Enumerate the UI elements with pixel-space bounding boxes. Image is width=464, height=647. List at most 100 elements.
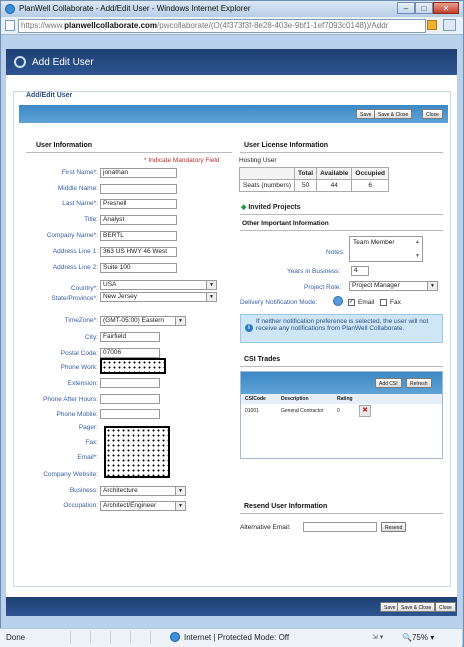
app-header: Add Edit User [6, 49, 457, 75]
planwell-logo-icon [14, 56, 26, 68]
last-name-label: Last Name*: [62, 200, 98, 207]
help-icon[interactable] [333, 296, 343, 306]
bottom-toolbar: Save Save & Close Close [6, 597, 457, 616]
csi-trades-grid: Add CSI Refresh CSICode Description Rati… [240, 371, 443, 459]
chevron-down-icon: ▼ [206, 293, 216, 301]
timezone-select[interactable]: (GMT-05:00) Eastern ▼ [100, 316, 186, 326]
divider [240, 152, 443, 153]
close-button-bottom[interactable]: Close [435, 602, 456, 612]
security-zone[interactable]: Internet | Protected Mode: Off [184, 633, 289, 642]
csi-header-row: CSICode Description Rating [241, 394, 442, 404]
lock-icon[interactable] [427, 20, 437, 30]
other-info-heading: Other Important Information [242, 220, 329, 227]
middle-name-label: Middle Name: [57, 185, 98, 192]
timezone-label: TimeZone*: [64, 317, 98, 324]
url-field[interactable]: https://www.planwellcollaborate.com/pwco… [18, 19, 426, 33]
country-label: Country*: [70, 285, 98, 292]
invited-projects-toggle[interactable]: ◆ Invited Projects [241, 203, 300, 211]
license-row-label: Seats (numbers) [238, 179, 296, 192]
zoom-value: 75% [411, 633, 428, 642]
url-prefix: https://www. [21, 21, 65, 30]
postal-field[interactable]: 07006 [100, 348, 160, 358]
phone-mobile-label: Phone Mobile: [56, 411, 98, 418]
maximize-button[interactable]: □ [415, 2, 433, 14]
state-select[interactable]: New Jersey ▼ [100, 292, 217, 302]
phone-after-field[interactable] [100, 394, 160, 404]
fax-checkbox[interactable] [380, 299, 387, 306]
license-col-available: Available [316, 167, 353, 180]
scroll-up-icon[interactable]: ▲ [415, 239, 420, 245]
redacted-contact-fields [104, 426, 170, 478]
email-checkbox[interactable]: ✓ [348, 299, 355, 306]
status-separator [90, 631, 91, 644]
csi-toolbar: Add CSI Refresh [241, 372, 442, 394]
last-name-field[interactable]: Presnell [100, 199, 177, 209]
title-field[interactable]: Analyst [100, 215, 177, 225]
add-csi-button[interactable]: Add CSI [375, 378, 402, 388]
divider [240, 513, 443, 514]
business-label: Business: [69, 487, 98, 494]
status-separator [110, 631, 111, 644]
fax-label: Fax: [85, 439, 98, 446]
city-label: City: [85, 334, 98, 341]
close-window-button[interactable]: ✕ [433, 2, 459, 14]
table-row[interactable]: 01001 General Contractor 0 ✖ [241, 405, 442, 417]
protected-mode-icon[interactable]: ⇲ ▾ [372, 633, 383, 641]
divider [240, 230, 443, 231]
redacted-phone-field [100, 358, 166, 374]
extension-label: Extension: [67, 380, 98, 387]
years-field[interactable]: 4 [351, 266, 369, 276]
address-bar: https://www.planwellcollaborate.com/pwco… [1, 17, 463, 35]
occupation-label: Occupation: [63, 502, 98, 509]
chevron-down-icon: ▼ [175, 317, 185, 325]
info-icon: i [245, 324, 253, 332]
first-name-field[interactable]: jonathan [100, 168, 177, 178]
compat-view-icon[interactable] [443, 19, 456, 31]
close-button[interactable]: Close [422, 109, 443, 119]
business-select[interactable]: Architecture ▼ [100, 486, 186, 496]
country-select[interactable]: USA ▼ [100, 280, 217, 290]
scroll-down-icon[interactable]: ▼ [415, 253, 420, 259]
city-field[interactable]: Fairfield [100, 332, 160, 342]
chevron-down-icon: ▼ [175, 502, 185, 510]
save-close-button-bottom[interactable]: Save & Close [397, 602, 436, 612]
chevron-down-icon: ▼ [175, 487, 185, 495]
company-field[interactable]: BERTL [100, 231, 177, 241]
hosting-user-label: Hosting User [239, 157, 277, 164]
csi-col-description: Description [281, 396, 309, 402]
license-table: Total Available Occupied Seats (numbers)… [238, 167, 390, 192]
csi-heading: CSI Trades [244, 356, 281, 363]
occupation-select[interactable]: Architect/Engineer ▼ [100, 501, 186, 511]
project-role-label: Project Role: [304, 284, 342, 291]
extension-field[interactable] [100, 378, 160, 388]
notification-info-box: i If neither notification preference is … [240, 314, 443, 343]
save-close-button[interactable]: Save & Close [374, 109, 413, 119]
zoom-level[interactable]: 🔍75% ▾ [402, 633, 434, 642]
project-role-select[interactable]: Project Manager ▼ [349, 281, 438, 291]
phone-mobile-field[interactable] [100, 409, 160, 419]
delete-icon[interactable]: ✖ [359, 405, 371, 417]
csi-description-cell: General Contractor [281, 408, 324, 414]
refresh-button[interactable]: Refresh [406, 378, 432, 388]
top-toolbar: Save Save & Close Close [19, 105, 448, 123]
save-button[interactable]: Save [356, 109, 376, 119]
company-label: Company Name*: [46, 232, 98, 239]
middle-name-field[interactable] [100, 184, 177, 194]
email-label: Email*: [77, 454, 98, 461]
address1-field[interactable]: 363 US HWY 46 West [100, 247, 177, 257]
alt-email-field[interactable] [303, 522, 377, 532]
address1-label: Address Line 1: [52, 248, 98, 255]
timezone-value: (GMT-05:00) Eastern [103, 317, 165, 324]
state-label: State/Province*: [51, 295, 98, 302]
business-value: Architecture [103, 487, 138, 494]
years-label: Years in Business: [287, 268, 341, 275]
address2-field[interactable]: Suite 100 [100, 263, 177, 273]
mandatory-note: * Indicate Mandatory Field [144, 157, 220, 164]
notes-textarea[interactable]: Team Member ▲ ▼ [349, 236, 423, 262]
user-info-heading: User Information [36, 142, 93, 149]
url-rest: /pwcollaborate/(O(4f373f3f-8e28-403e-9bf… [157, 21, 389, 30]
state-value: New Jersey [103, 293, 137, 300]
license-occupied: 6 [351, 179, 390, 192]
resend-button[interactable]: Resend [381, 522, 407, 532]
minimize-button[interactable]: – [397, 2, 415, 14]
